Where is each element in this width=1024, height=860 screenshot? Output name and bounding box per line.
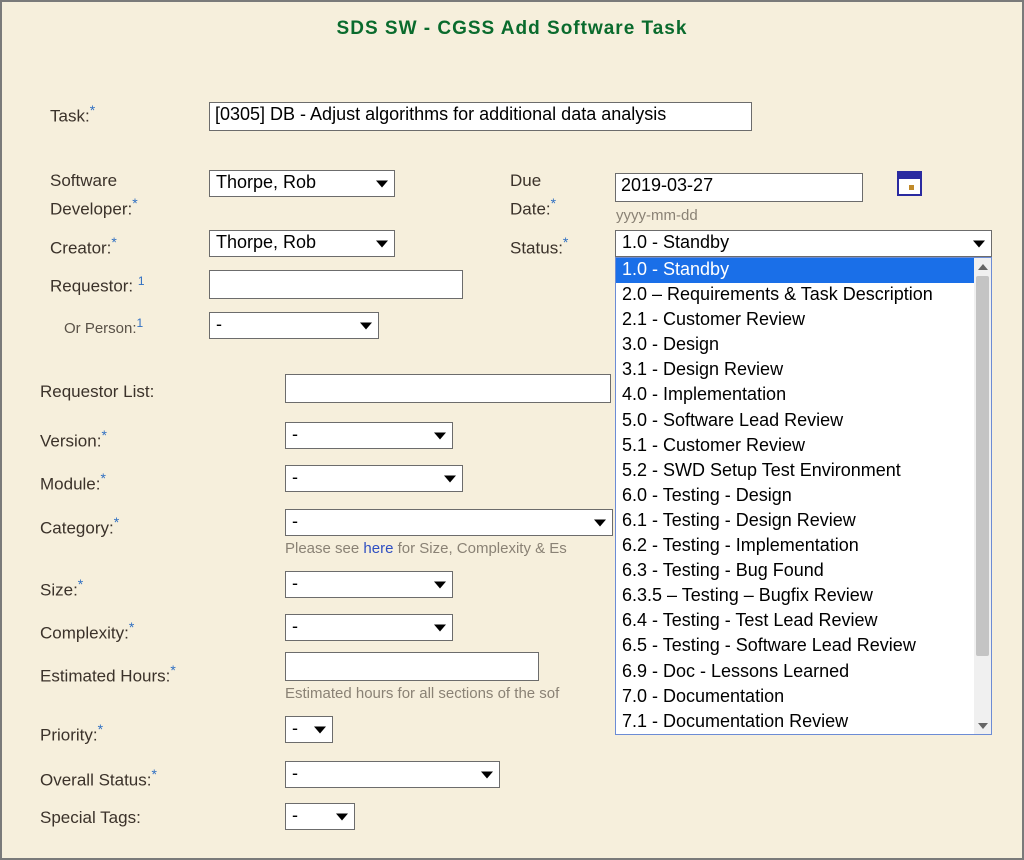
size-select[interactable]: - [285, 571, 453, 598]
chevron-down-icon [481, 771, 493, 778]
or-person-label: Or Person:1 [64, 316, 143, 337]
status-option[interactable]: 5.1 - Customer Review [616, 434, 974, 459]
status-option[interactable]: 5.2 - SWD Setup Test Environment [616, 459, 974, 484]
status-option[interactable]: 2.0 – Requirements & Task Description [616, 283, 974, 308]
estimated-hours-label: Estimated Hours:* [40, 662, 176, 687]
category-select[interactable]: - [285, 509, 613, 536]
chevron-down-icon [376, 240, 388, 247]
chevron-down-icon [376, 180, 388, 187]
status-option[interactable]: 3.0 - Design [616, 333, 974, 358]
due-date-label: Due Date:* [510, 170, 556, 221]
chevron-down-icon [336, 813, 348, 820]
software-developer-label: Software Developer:* [50, 170, 138, 221]
overall-status-select[interactable]: - [285, 761, 500, 788]
complexity-label: Complexity:* [40, 619, 134, 644]
chevron-down-icon [434, 624, 446, 631]
status-option[interactable]: 7.0 - Documentation [616, 685, 974, 710]
chevron-down-icon [314, 726, 326, 733]
chevron-down-icon [360, 322, 372, 329]
priority-select[interactable]: - [285, 716, 333, 743]
scroll-thumb[interactable] [976, 276, 989, 656]
requestor-list-label: Requestor List: [40, 382, 154, 402]
chevron-down-icon [973, 240, 985, 247]
status-option[interactable]: 6.4 - Testing - Test Lead Review [616, 609, 974, 634]
category-label: Category:* [40, 514, 119, 539]
scroll-down-button[interactable] [974, 717, 991, 734]
scroll-up-button[interactable] [974, 258, 991, 275]
estimated-hours-hint: Estimated hours for all sections of the … [285, 685, 559, 702]
status-option[interactable]: 2.1 - Customer Review [616, 308, 974, 333]
page-title: SDS SW - CGSS Add Software Task [2, 2, 1022, 40]
status-option[interactable]: 5.0 - Software Lead Review [616, 409, 974, 434]
priority-label: Priority:* [40, 721, 103, 746]
requestor-label: Requestor: 1 [50, 274, 145, 297]
status-dropdown-list[interactable]: 1.0 - Standby2.0 – Requirements & Task D… [615, 257, 992, 735]
special-tags-label: Special Tags: [40, 808, 141, 828]
chevron-down-icon [594, 519, 606, 526]
or-person-select[interactable]: - [209, 312, 379, 339]
status-option[interactable]: 6.1 - Testing - Design Review [616, 509, 974, 534]
module-label: Module:* [40, 470, 106, 495]
status-option[interactable]: 4.0 - Implementation [616, 383, 974, 408]
date-format-hint: yyyy-mm-dd [616, 207, 698, 224]
module-select[interactable]: - [285, 465, 463, 492]
special-tags-select[interactable]: - [285, 803, 355, 830]
chevron-down-icon [434, 432, 446, 439]
status-option[interactable]: 6.2 - Testing - Implementation [616, 534, 974, 559]
task-label: Task:* [50, 102, 95, 127]
status-option[interactable]: 6.0 - Testing - Design [616, 484, 974, 509]
status-select[interactable]: 1.0 - Standby [615, 230, 992, 257]
version-select[interactable]: - [285, 422, 453, 449]
status-option[interactable]: 1.0 - Standby [616, 258, 974, 283]
calendar-icon[interactable] [897, 171, 922, 196]
scrollbar[interactable] [974, 258, 991, 734]
category-hint: Please see here for Size, Complexity & E… [285, 540, 567, 557]
status-option[interactable]: 6.9 - Doc - Lessons Learned [616, 660, 974, 685]
status-label: Status:* [510, 234, 568, 259]
chevron-down-icon [444, 475, 456, 482]
category-hint-link[interactable]: here [363, 540, 393, 557]
requestor-input[interactable] [209, 270, 463, 299]
creator-label: Creator:* [50, 234, 117, 259]
status-option[interactable]: 7.1 - Documentation Review [616, 710, 974, 734]
overall-status-label: Overall Status:* [40, 766, 157, 791]
status-option[interactable]: 6.3.5 – Testing – Bugfix Review [616, 584, 974, 609]
chevron-down-icon [434, 581, 446, 588]
size-label: Size:* [40, 576, 83, 601]
version-label: Version:* [40, 427, 107, 452]
due-date-input[interactable]: 2019-03-27 [615, 173, 863, 202]
status-option[interactable]: 6.3 - Testing - Bug Found [616, 559, 974, 584]
complexity-select[interactable]: - [285, 614, 453, 641]
status-option[interactable]: 6.5 - Testing - Software Lead Review [616, 634, 974, 659]
estimated-hours-input[interactable] [285, 652, 539, 681]
status-option[interactable]: 3.1 - Design Review [616, 358, 974, 383]
creator-select[interactable]: Thorpe, Rob [209, 230, 395, 257]
requestor-list-input[interactable] [285, 374, 611, 403]
task-input[interactable]: [0305] DB - Adjust algorithms for additi… [209, 102, 752, 131]
software-developer-select[interactable]: Thorpe, Rob [209, 170, 395, 197]
